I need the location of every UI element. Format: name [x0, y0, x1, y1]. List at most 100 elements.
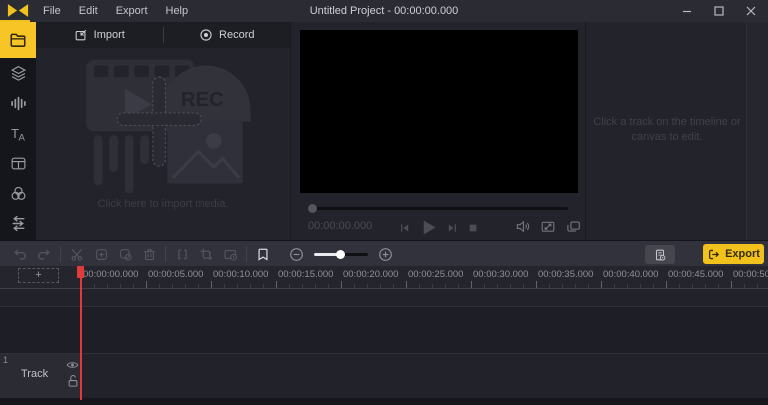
- timeline-track-lane[interactable]: [0, 354, 768, 399]
- sidebar-item-filters[interactable]: [0, 178, 36, 208]
- sidebar-item-media[interactable]: [0, 22, 36, 58]
- track-lock-toggle[interactable]: [67, 374, 79, 388]
- cut-button[interactable]: [65, 243, 89, 265]
- undo-button[interactable]: [8, 243, 32, 265]
- ruler-label: 00:00:30.000: [473, 269, 528, 280]
- export-label: Export: [725, 248, 760, 260]
- ruler-tick: [94, 284, 95, 288]
- timeline-row-upper[interactable]: [0, 289, 768, 307]
- ruler-tick: [614, 284, 615, 288]
- clone-button[interactable]: [113, 243, 137, 265]
- zoom-slider-handle[interactable]: [336, 250, 345, 259]
- playhead-line[interactable]: [80, 266, 82, 400]
- next-frame-icon[interactable]: [446, 221, 459, 235]
- menu-edit[interactable]: Edit: [70, 0, 107, 22]
- ruler-tick: [159, 284, 160, 288]
- playhead-handle[interactable]: [77, 266, 84, 278]
- zoom-slider[interactable]: [314, 253, 368, 256]
- audio-waveform-icon: [10, 95, 27, 112]
- seek-bar[interactable]: [308, 207, 568, 210]
- zoom-in-icon[interactable]: [378, 247, 393, 262]
- menu-bar: File Edit Export Help: [34, 0, 197, 22]
- previous-frame-icon[interactable]: [398, 221, 411, 235]
- ruler-tick: [588, 284, 589, 288]
- ruler-tick: [185, 284, 186, 288]
- add-copy-button[interactable]: [89, 243, 113, 265]
- minimize-button[interactable]: [670, 0, 704, 22]
- aspect-resize-icon[interactable]: [540, 219, 556, 234]
- clone-icon: [118, 247, 133, 262]
- speed-button[interactable]: [218, 243, 242, 265]
- ruler-tick: [640, 284, 641, 288]
- left-sidebar: T A: [0, 22, 36, 240]
- video-canvas[interactable]: [300, 30, 578, 193]
- ruler-label: 00:00:50: [733, 269, 768, 280]
- add-copy-icon: [94, 247, 109, 262]
- import-icon: [74, 28, 88, 42]
- ruler-tick: [276, 281, 277, 288]
- record-icon: [199, 28, 213, 42]
- zoom-out-icon[interactable]: [289, 247, 304, 262]
- tab-import-label: Import: [94, 29, 125, 41]
- timeline-row-overlay[interactable]: [0, 307, 768, 354]
- tab-import[interactable]: Import: [36, 22, 163, 48]
- track-visibility-toggle[interactable]: [66, 360, 79, 370]
- sidebar-item-elements[interactable]: [0, 58, 36, 88]
- redo-button[interactable]: [32, 243, 56, 265]
- ruler-tick: [302, 284, 303, 288]
- timeline-zoom-controls: [289, 247, 393, 262]
- menu-export[interactable]: Export: [107, 0, 157, 22]
- animation-arrows-icon: [10, 215, 27, 232]
- ruler-tick: [549, 284, 550, 288]
- crop-button[interactable]: [194, 243, 218, 265]
- ruler-tick: [523, 284, 524, 288]
- ruler-tick: [237, 284, 238, 288]
- sidebar-item-animation[interactable]: [0, 208, 36, 238]
- toolbar-separator: [246, 246, 247, 262]
- maximize-button[interactable]: [702, 0, 736, 22]
- app-logo-bowtie-icon: [7, 3, 29, 18]
- ruler-tick: [133, 284, 134, 288]
- split-button[interactable]: [170, 243, 194, 265]
- menu-help[interactable]: Help: [157, 0, 198, 22]
- delete-icon: [142, 247, 157, 262]
- ruler-tick: [510, 284, 511, 288]
- marker-button[interactable]: [251, 243, 275, 265]
- ruler-tick: [406, 281, 407, 288]
- redo-icon: [36, 247, 52, 262]
- ruler-tick: [328, 284, 329, 288]
- ruler-label: 00:00:05.000: [148, 269, 203, 280]
- volume-icon[interactable]: [515, 219, 531, 234]
- ruler-tick: [107, 284, 108, 288]
- timeline-ruler[interactable]: 00:00:00.00000:00:05.00000:00:10.00000:0…: [0, 266, 768, 289]
- ruler-tick: [536, 281, 537, 288]
- ruler-tick: [575, 284, 576, 288]
- seek-handle[interactable]: [308, 204, 317, 213]
- inspector-scrollbar[interactable]: [746, 22, 768, 240]
- ruler-tick: [393, 284, 394, 288]
- ruler-tick: [744, 284, 745, 288]
- close-button[interactable]: [734, 0, 768, 22]
- sidebar-item-audio[interactable]: [0, 88, 36, 118]
- title-bar: File Edit Export Help Untitled Project -…: [0, 0, 768, 22]
- ruler-label: 00:00:15.000: [278, 269, 333, 280]
- ruler-tick: [211, 281, 212, 288]
- delete-button[interactable]: [137, 243, 161, 265]
- cut-icon: [70, 247, 85, 262]
- dual-screen-icon[interactable]: [565, 219, 582, 234]
- media-placeholder-graphic[interactable]: REC: [66, 52, 261, 197]
- render-settings-button[interactable]: [645, 245, 675, 264]
- stop-icon[interactable]: [467, 222, 479, 234]
- ruler-tick: [146, 281, 147, 288]
- audio-bars-icon: [94, 135, 103, 185]
- ruler-tick: [419, 284, 420, 288]
- add-track-button[interactable]: +: [18, 268, 59, 283]
- export-button[interactable]: Export: [703, 244, 764, 264]
- sidebar-item-transitions[interactable]: [0, 148, 36, 178]
- ruler-label: 00:00:20.000: [343, 269, 398, 280]
- menu-file[interactable]: File: [34, 0, 70, 22]
- undo-icon: [12, 247, 28, 262]
- play-icon[interactable]: [419, 218, 438, 237]
- tab-record[interactable]: Record: [164, 22, 291, 48]
- sidebar-item-text[interactable]: T A: [0, 118, 36, 148]
